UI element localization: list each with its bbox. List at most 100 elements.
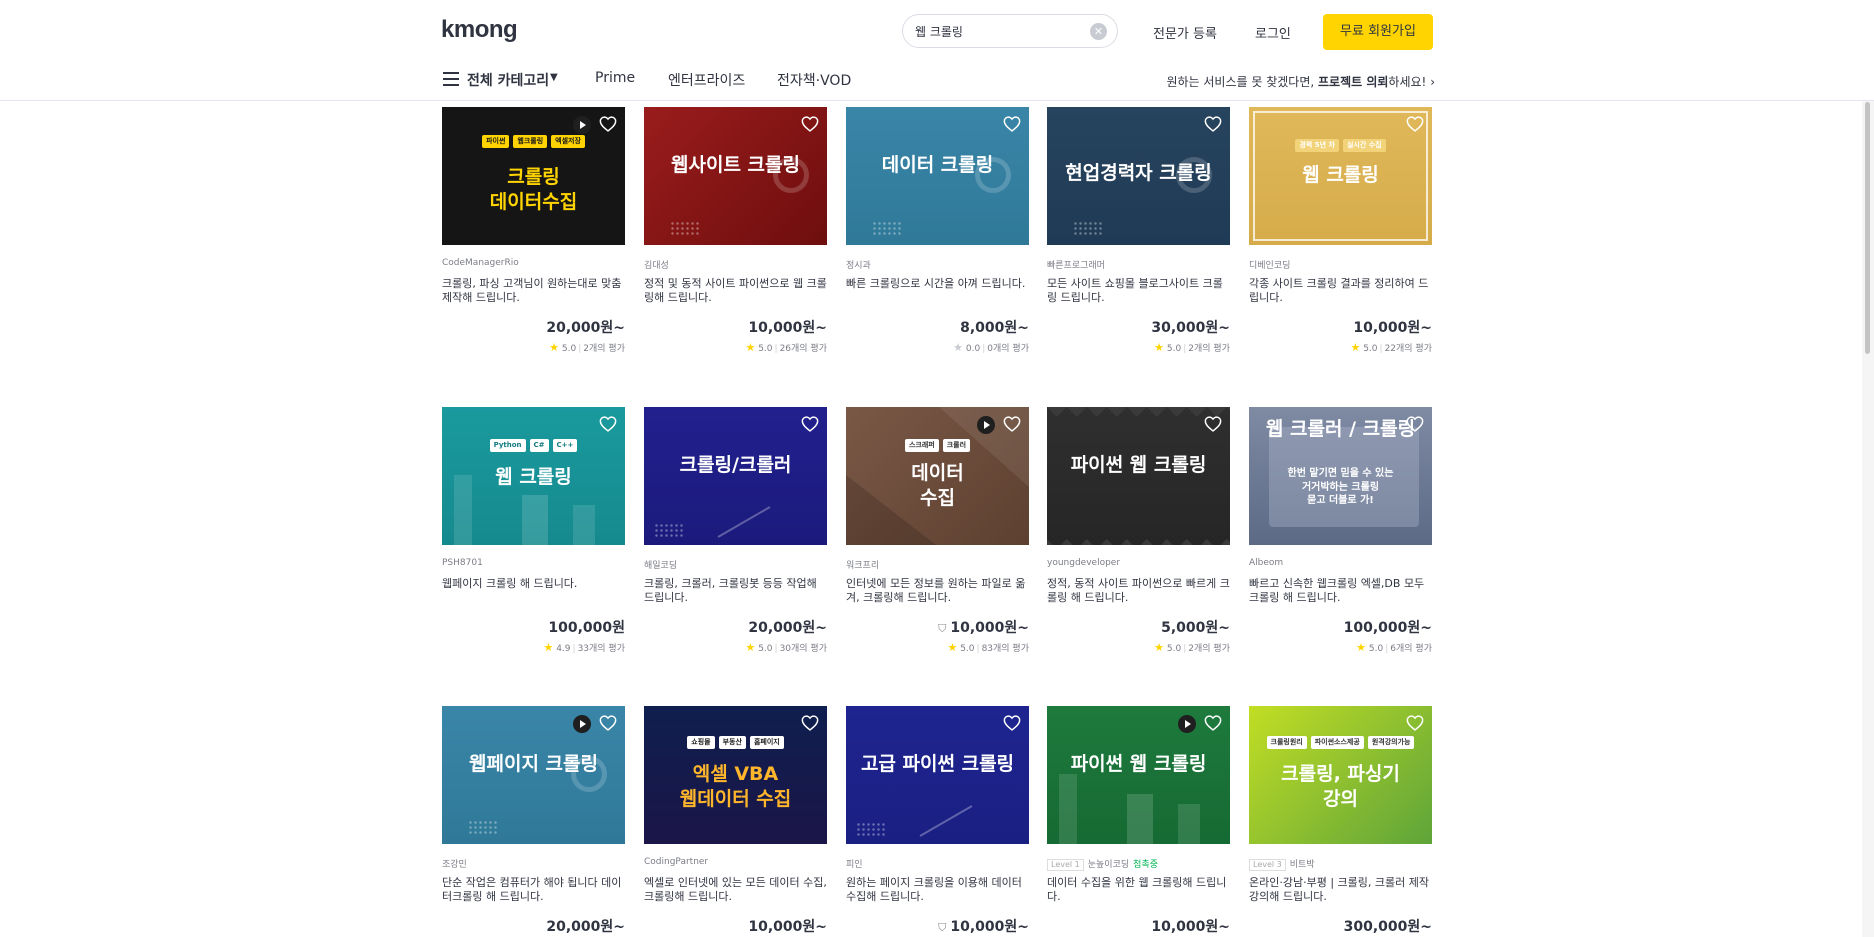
seller-name[interactable]: 조강민 <box>442 857 625 870</box>
heart-icon[interactable] <box>1406 416 1424 432</box>
seller-name[interactable]: 정시과 <box>846 258 1029 271</box>
service-description[interactable]: 온라인·강남·부평 | 크롤링, 크롤러 제작 강의해 드립니다. <box>1249 876 1432 904</box>
service-description[interactable]: 데이터 수집을 위한 웹 크롤링해 드립니다. <box>1047 876 1230 904</box>
heart-icon[interactable] <box>801 715 819 731</box>
service-card[interactable]: 쇼핑몰 부동산 홈페이지 엑셀 VBA 웹데이터 수집 CodingPartner 엑셀로… <box>644 706 827 935</box>
service-card[interactable]: 웹페이지 크롤링조강민단순 작업은 컴퓨터가 해야 됩니다 데이터크롤링 해 드… <box>442 706 625 935</box>
heart-icon[interactable] <box>599 416 617 432</box>
thumbnail-title: 크롤링, 파싱기 강의 <box>1281 763 1400 810</box>
service-card[interactable]: 파이썬 웹 크롤링 youngdeveloper 정적, 동적 사이트 파이썬으로 … <box>1047 407 1230 654</box>
service-description[interactable]: 빠른 크롤링으로 시간을 아껴 드립니다. <box>846 277 1029 305</box>
search-box[interactable]: ✕ <box>902 14 1118 48</box>
service-thumbnail[interactable]: 웹사이트 크롤링 <box>644 107 827 245</box>
heart-icon[interactable] <box>1003 116 1021 132</box>
service-thumbnail[interactable]: 크롤링원리 파이썬소스제공 원격강의가능 크롤링, 파싱기 강의 <box>1249 706 1432 844</box>
service-description[interactable]: 정적, 동적 사이트 파이썬으로 빠르게 크롤링 해 드립니다. <box>1047 577 1230 605</box>
service-card[interactable]: 데이터 크롤링 정시과 빠른 크롤링으로 시간을 아껴 드립니다. 8,000원~ ★ … <box>846 107 1029 354</box>
seller-name[interactable]: Level 1 눈높이코딩 첨촉중 <box>1047 857 1230 871</box>
service-thumbnail[interactable]: 현업경력자 크롤링 <box>1047 107 1230 245</box>
chevron-down-icon[interactable]: ▼ <box>550 72 558 83</box>
signup-button[interactable]: 무료 회원가입 <box>1323 14 1433 50</box>
service-card[interactable]: 스크래퍼 크롤러 데이터 수집워크프리인터넷에 모든 정보를 원하는 파일로 옮겨,… <box>846 407 1029 654</box>
service-thumbnail[interactable]: 웹페이지 크롤링 <box>442 706 625 844</box>
seller-name[interactable]: PSH8701 <box>442 558 625 570</box>
service-card[interactable]: 경력 5년 차 실시간 수집 웹 크롤링디베인코딩각종 사이트 크롤링 결과를 정리… <box>1249 107 1432 354</box>
rating-divider: | <box>578 344 582 354</box>
rating-divider: | <box>1385 644 1389 654</box>
seller-name[interactable]: 해일코딩 <box>644 558 827 571</box>
scrollbar-thumb[interactable] <box>1865 102 1870 354</box>
service-card[interactable]: 크롤링/크롤러 해일코딩 크롤링, 크롤러, 크롤링봇 등등 작업해 드립니다. 20… <box>644 407 827 654</box>
tab-ebook-vod[interactable]: 전자책·VOD <box>777 70 851 90</box>
project-request-link[interactable]: 원하는 서비스를 못 찾겠다면, 프로젝트 의뢰하세요! › <box>1166 73 1435 90</box>
service-thumbnail[interactable]: 크롤링/크롤러 <box>644 407 827 545</box>
service-description[interactable]: 인터넷에 모든 정보를 원하는 파일로 옮겨, 크롤링해 드립니다. <box>846 577 1029 605</box>
service-thumbnail[interactable]: 파이썬 웹크롤링 엑셀저장 크롤링 데이터수집 <box>442 107 625 245</box>
heart-icon[interactable] <box>1406 715 1424 731</box>
seller-level-badge: Level 1 <box>1047 859 1084 871</box>
login-link[interactable]: 로그인 <box>1255 23 1291 42</box>
price-row: 100,000원~ <box>1249 617 1432 636</box>
service-card[interactable]: 파이썬 웹 크롤링 Level 1 눈높이코딩 첨촉중데이터 수집을 위한 웹 크롤링… <box>1047 706 1230 935</box>
rating-divider: | <box>1183 344 1187 354</box>
search-input[interactable] <box>915 21 1075 41</box>
tab-enterprise[interactable]: 엔터프라이즈 <box>668 70 745 90</box>
service-description[interactable]: 단순 작업은 컴퓨터가 해야 됩니다 데이터크롤링 해 드립니다. <box>442 876 625 904</box>
heart-icon[interactable] <box>1204 116 1222 132</box>
expert-register-link[interactable]: 전문가 등록 <box>1153 23 1217 42</box>
service-card[interactable]: Python C# C++ 웹 크롤링 PSH8701 웹페이지 크롤링 해 드립니다. 1… <box>442 407 625 654</box>
service-description[interactable]: 정적 및 동적 사이트 파이썬으로 웹 크롤링해 드립니다. <box>644 277 827 305</box>
seller-name[interactable]: 디베인코딩 <box>1249 258 1432 271</box>
thumbnail-tag: 크롤링원리 <box>1266 736 1307 749</box>
rating-row: ★ 0.0 | 0개의 평가 <box>846 341 1029 354</box>
seller-name[interactable]: 김대성 <box>644 258 827 271</box>
service-thumbnail[interactable]: 데이터 크롤링 <box>846 107 1029 245</box>
service-thumbnail[interactable]: 파이썬 웹 크롤링 <box>1047 407 1230 545</box>
service-thumbnail[interactable]: 파이썬 웹 크롤링 <box>1047 706 1230 844</box>
service-thumbnail[interactable]: 웹 크롤러 / 크롤링 한번 맡기면 믿을 수 있는 거거박하는 크롤링 묻고 더… <box>1249 407 1432 545</box>
service-description[interactable]: 크롤링, 파싱 고객님이 원하는대로 맞춤 제작해 드립니다. <box>442 277 625 305</box>
seller-name[interactable]: 워크프리 <box>846 558 1029 571</box>
service-description[interactable]: 크롤링, 크롤러, 크롤링봇 등등 작업해 드립니다. <box>644 577 827 605</box>
rating-divider: | <box>982 344 986 354</box>
service-card[interactable]: 웹 크롤러 / 크롤링 한번 맡기면 믿을 수 있는 거거박하는 크롤링 묻고 더… <box>1249 407 1432 654</box>
service-description[interactable]: 각종 사이트 크롤링 결과를 정리하여 드립니다. <box>1249 277 1432 305</box>
heart-icon[interactable] <box>599 116 617 132</box>
seller-name[interactable]: Albeom <box>1249 558 1432 570</box>
kmong-logo[interactable]: kmong <box>441 16 518 44</box>
heart-icon[interactable] <box>1003 416 1021 432</box>
tab-prime[interactable]: Prime <box>595 70 635 86</box>
heart-icon[interactable] <box>1003 715 1021 731</box>
all-category-button[interactable]: 전체 카테고리 <box>467 70 549 90</box>
heart-icon[interactable] <box>1204 715 1222 731</box>
heart-icon[interactable] <box>1204 416 1222 432</box>
service-thumbnail[interactable]: Python C# C++ 웹 크롤링 <box>442 407 625 545</box>
thumbnail-title: 크롤링/크롤러 <box>679 454 792 476</box>
seller-name[interactable]: CodingPartner <box>644 857 827 869</box>
service-description[interactable]: 모든 사이트 쇼핑몰 블로그사이트 크롤링 드립니다. <box>1047 277 1230 305</box>
seller-name[interactable]: 피인 <box>846 857 1029 870</box>
heart-icon[interactable] <box>599 715 617 731</box>
service-card[interactable]: 파이썬 웹크롤링 엑셀저장 크롤링 데이터수집 CodeManagerRio 크롤링, 파… <box>442 107 625 354</box>
heart-icon[interactable] <box>801 116 819 132</box>
service-card[interactable]: 고급 파이썬 크롤링피인원하는 페이지 크롤링을 이용해 데이터 수집해 드립니… <box>846 706 1029 935</box>
service-card[interactable]: 현업경력자 크롤링빠른프로그래머모든 사이트 쇼핑몰 블로그사이트 크롤링 드립… <box>1047 107 1230 354</box>
seller-name[interactable]: Level 3 비트박 <box>1249 857 1432 871</box>
seller-name[interactable]: CodeManagerRio <box>442 258 625 270</box>
heart-icon[interactable] <box>1406 116 1424 132</box>
service-description[interactable]: 엑셀로 인터넷에 있는 모든 데이터 수집, 크롤링해 드립니다. <box>644 876 827 904</box>
heart-icon[interactable] <box>801 416 819 432</box>
service-card[interactable]: 웹사이트 크롤링김대성정적 및 동적 사이트 파이썬으로 웹 크롤링해 드립니다… <box>644 107 827 354</box>
clear-search-icon[interactable]: ✕ <box>1090 23 1107 40</box>
seller-name[interactable]: 빠른프로그래머 <box>1047 258 1230 271</box>
hamburger-menu-icon[interactable] <box>443 72 459 86</box>
service-thumbnail[interactable]: 스크래퍼 크롤러 데이터 수집 <box>846 407 1029 545</box>
service-description[interactable]: 웹페이지 크롤링 해 드립니다. <box>442 577 625 605</box>
service-thumbnail[interactable]: 고급 파이썬 크롤링 <box>846 706 1029 844</box>
service-thumbnail[interactable]: 경력 5년 차 실시간 수집 웹 크롤링 <box>1249 107 1432 245</box>
service-thumbnail[interactable]: 쇼핑몰 부동산 홈페이지 엑셀 VBA 웹데이터 수집 <box>644 706 827 844</box>
seller-name[interactable]: youngdeveloper <box>1047 558 1230 570</box>
service-description[interactable]: 원하는 페이지 크롤링을 이용해 데이터 수집해 드립니다. <box>846 876 1029 904</box>
service-description[interactable]: 빠르고 신속한 웹크롤링 엑셀,DB 모두 크롤링 해 드립니다. <box>1249 577 1432 605</box>
service-card[interactable]: 크롤링원리 파이썬소스제공 원격강의가능 크롤링, 파싱기 강의 Level 3 비트박온… <box>1249 706 1432 935</box>
